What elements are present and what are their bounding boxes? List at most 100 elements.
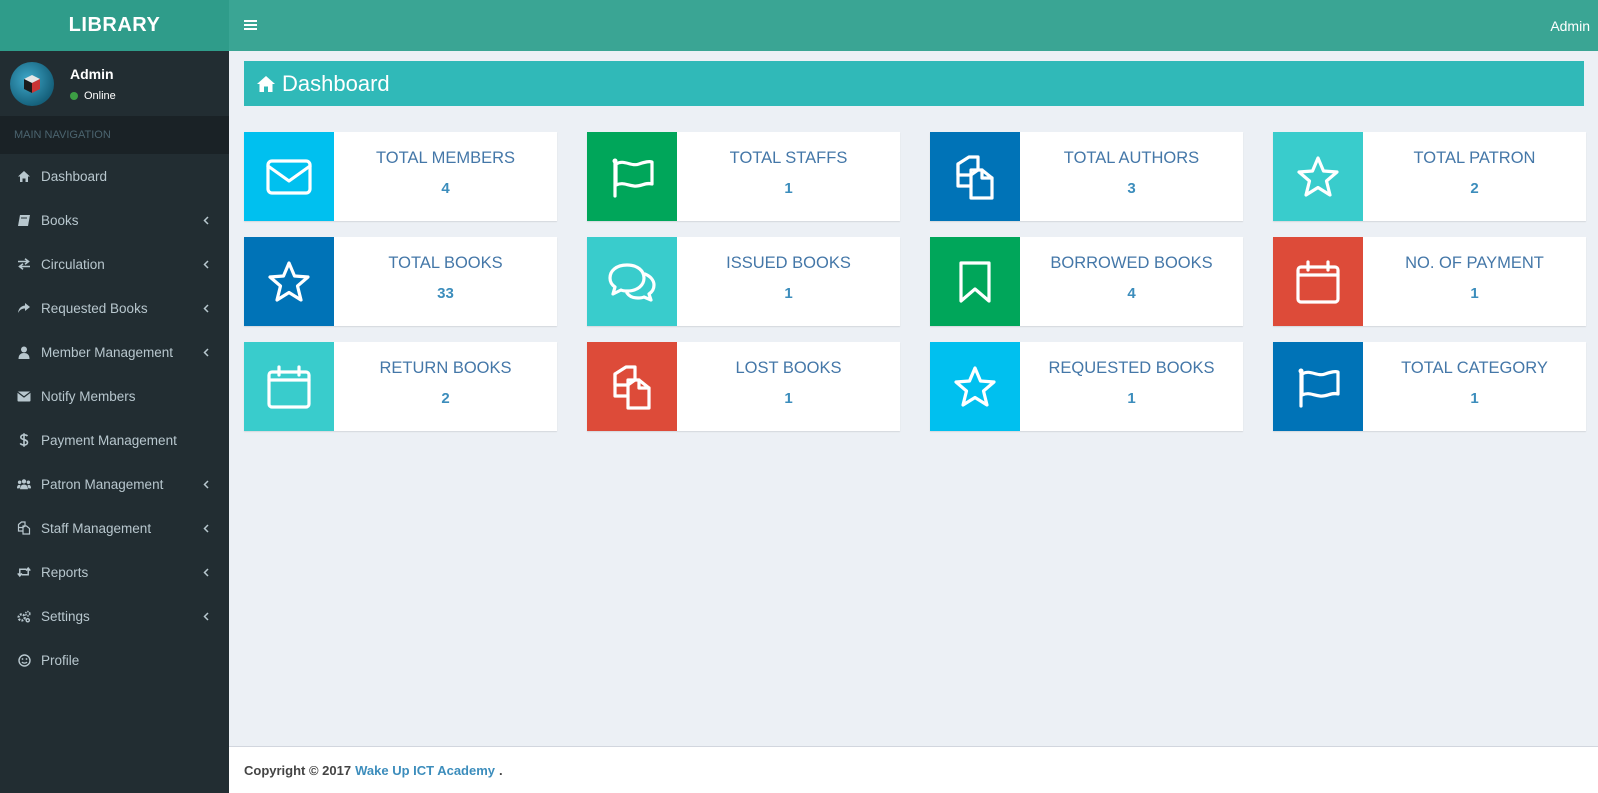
stat-title: TOTAL BOOKS xyxy=(388,254,503,272)
stat-value: 1 xyxy=(1127,390,1136,407)
sidebar-item-patron-management[interactable]: Patron Management xyxy=(0,462,229,506)
footer: Copyright © 2017 Wake Up ICT Academy . xyxy=(229,746,1598,793)
dollar-icon xyxy=(17,433,31,447)
stat-title: TOTAL MEMBERS xyxy=(375,149,516,167)
stat-title: TOTAL STAFFS xyxy=(729,149,848,167)
page-title: Dashboard xyxy=(282,70,390,96)
copy-icon xyxy=(17,521,31,535)
user-name: Admin xyxy=(70,65,114,82)
sidebar-item-label: Member Management xyxy=(41,344,174,360)
nav-menu: Dashboard Books Circulation Requested Books… xyxy=(0,154,229,682)
stat-card-total-patron: TOTAL PATRON 2 xyxy=(1273,132,1586,221)
stat-card-total-category: TOTAL CATEGORY 1 xyxy=(1273,342,1586,431)
stat-title: NO. OF PAYMENT xyxy=(1405,254,1544,272)
sidebar-item-label: Circulation xyxy=(41,256,105,272)
sidebar-item-label: Dashboard xyxy=(41,168,108,184)
stat-value: 1 xyxy=(1470,390,1479,407)
sidebar-item-reports[interactable]: Reports xyxy=(0,550,229,594)
stat-title: REQUESTED BOOKS xyxy=(1048,359,1215,377)
page-header: Dashboard xyxy=(244,61,1584,106)
stat-title: TOTAL CATEGORY xyxy=(1401,359,1548,377)
calendar-icon xyxy=(244,342,334,431)
sidebar-item-label: Payment Management xyxy=(41,432,177,448)
stat-value: 1 xyxy=(784,285,793,302)
user-status: Online xyxy=(70,90,116,102)
stat-card-return-books: RETURN BOOKS 2 xyxy=(244,342,557,431)
stat-value: 1 xyxy=(784,390,793,407)
sidebar-item-member-management[interactable]: Member Management xyxy=(0,330,229,374)
stat-value: 2 xyxy=(441,390,450,407)
user-menu[interactable]: Admin xyxy=(1550,18,1590,34)
user-panel: Admin Online xyxy=(0,51,229,116)
footer-period: . xyxy=(499,762,503,778)
stat-title: ISSUED BOOKS xyxy=(726,254,851,272)
stat-card-issued-books: ISSUED BOOKS 1 xyxy=(587,237,900,326)
copyright-text: Copyright © 2017 xyxy=(244,762,352,778)
copy-icon xyxy=(930,132,1020,221)
stat-value: 4 xyxy=(1127,285,1136,302)
flag-icon xyxy=(587,132,677,221)
sidebar: Admin Online MAIN NAVIGATION Dashboard Bo… xyxy=(0,51,229,793)
sidebar-item-requested-books[interactable]: Requested Books xyxy=(0,286,229,330)
stat-value: 3 xyxy=(1127,180,1136,197)
brand-title: LIBRARY xyxy=(68,14,161,36)
flag-icon xyxy=(1273,342,1363,431)
gears-icon xyxy=(17,609,31,623)
stat-card-total-staffs: TOTAL STAFFS 1 xyxy=(587,132,900,221)
stat-card-borrowed-books: BORROWED BOOKS 4 xyxy=(930,237,1243,326)
main-content: Dashboard TOTAL MEMBERS 4 TOTAL STAFFS 1 TOT… xyxy=(229,51,1598,746)
stat-card-total-authors: TOTAL AUTHORS 3 xyxy=(930,132,1243,221)
chevron-left-icon xyxy=(203,521,209,536)
chevron-left-icon xyxy=(203,345,209,360)
sidebar-item-notify-members[interactable]: Notify Members xyxy=(0,374,229,418)
stat-value: 1 xyxy=(784,180,793,197)
online-dot-icon xyxy=(70,91,78,100)
chevron-left-icon xyxy=(203,565,209,580)
sidebar-item-circulation[interactable]: Circulation xyxy=(0,242,229,286)
stat-title: BORROWED BOOKS xyxy=(1050,254,1213,272)
menu-toggle-icon[interactable] xyxy=(244,18,257,36)
stat-title: LOST BOOKS xyxy=(735,359,842,377)
sidebar-item-label: Notify Members xyxy=(41,388,136,404)
home-icon xyxy=(257,75,275,92)
stat-title: TOTAL PATRON xyxy=(1413,149,1536,167)
calendar-icon xyxy=(1273,237,1363,326)
envelope-icon xyxy=(244,132,334,221)
sidebar-item-dashboard[interactable]: Dashboard xyxy=(0,154,229,198)
sidebar-item-profile[interactable]: Profile xyxy=(0,638,229,682)
users-icon xyxy=(17,477,31,491)
star-icon xyxy=(244,237,334,326)
chevron-left-icon xyxy=(203,609,209,624)
stat-title: TOTAL AUTHORS xyxy=(1063,149,1200,167)
chevron-left-icon xyxy=(203,477,209,492)
brand-logo[interactable]: LIBRARY xyxy=(0,0,229,51)
stat-card-requested-books: REQUESTED BOOKS 1 xyxy=(930,342,1243,431)
chevron-left-icon xyxy=(203,301,209,316)
sidebar-item-label: Patron Management xyxy=(41,476,164,492)
sidebar-item-payment-management[interactable]: Payment Management xyxy=(0,418,229,462)
star-icon xyxy=(930,342,1020,431)
sidebar-item-label: Profile xyxy=(41,652,80,668)
stat-value: 2 xyxy=(1470,180,1479,197)
exchange-icon xyxy=(17,257,31,271)
stat-value: 1 xyxy=(1470,285,1479,302)
sidebar-item-label: Books xyxy=(41,212,79,228)
home-icon xyxy=(17,169,31,183)
sidebar-item-books[interactable]: Books xyxy=(0,198,229,242)
user-icon xyxy=(17,345,31,359)
nav-header: MAIN NAVIGATION xyxy=(0,116,229,154)
top-navbar: Admin xyxy=(229,0,1598,51)
smile-icon xyxy=(17,653,31,667)
chevron-left-icon xyxy=(203,213,209,228)
star-icon xyxy=(1273,132,1363,221)
sidebar-item-settings[interactable]: Settings xyxy=(0,594,229,638)
cube-icon xyxy=(24,74,40,93)
sidebar-item-staff-management[interactable]: Staff Management xyxy=(0,506,229,550)
stat-value: 33 xyxy=(437,285,454,302)
sidebar-item-label: Requested Books xyxy=(41,300,148,316)
copy-icon xyxy=(587,342,677,431)
academy-link[interactable]: Wake Up ICT Academy xyxy=(355,763,495,778)
sidebar-item-label: Settings xyxy=(41,608,90,624)
bookmark-icon xyxy=(930,237,1020,326)
stat-title: RETURN BOOKS xyxy=(379,359,512,377)
